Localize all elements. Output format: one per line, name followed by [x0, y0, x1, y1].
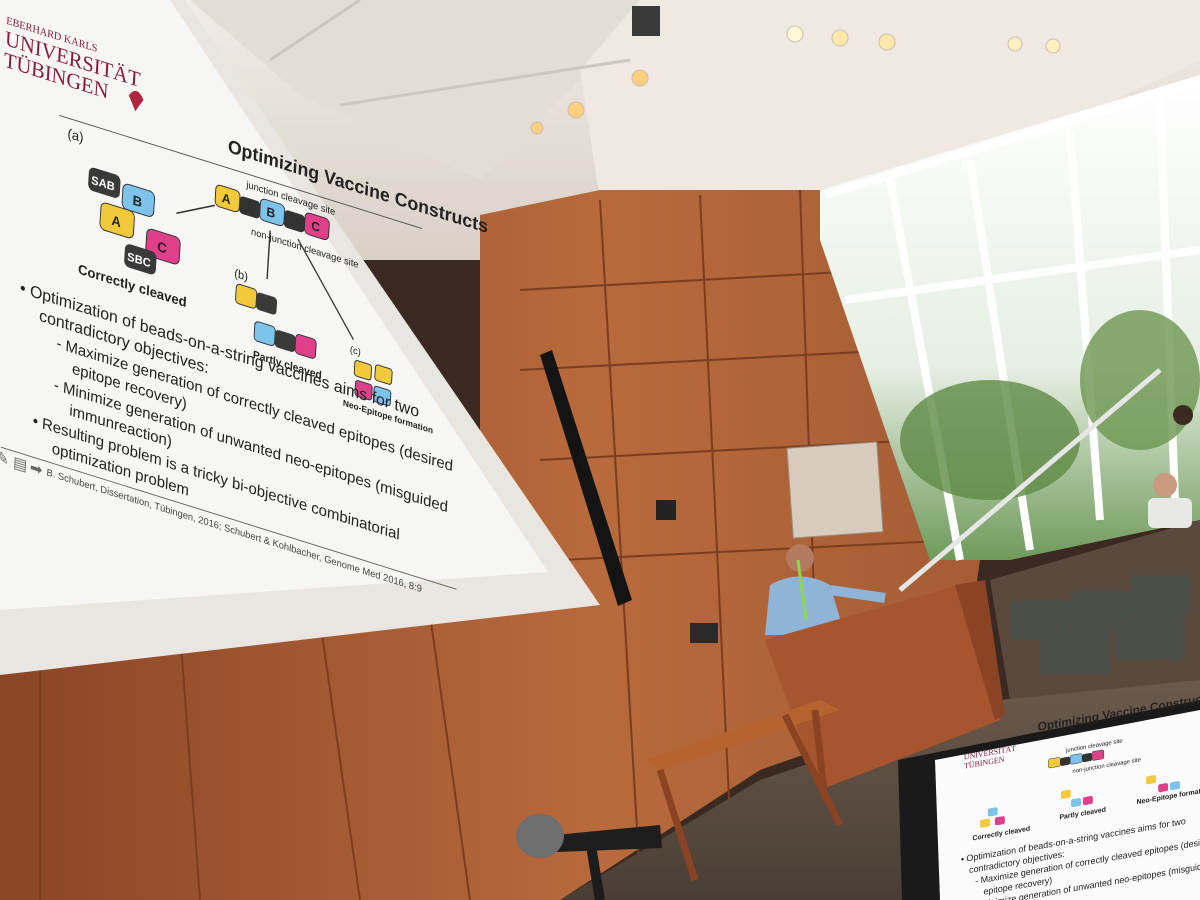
- wall-speaker-grille: [786, 441, 884, 539]
- block-a: A: [111, 213, 121, 231]
- garden-trees: [1080, 310, 1200, 450]
- block-c: C: [157, 239, 167, 257]
- audience-member: [1148, 498, 1192, 528]
- garden-trees: [900, 380, 1080, 500]
- chain-block-c: C: [311, 218, 321, 235]
- block-b: B: [132, 192, 142, 210]
- ceiling-projector: [632, 6, 660, 36]
- wall-camera: [656, 500, 676, 520]
- audience-member-head: [1173, 405, 1193, 425]
- lecture-hall-scene: EBERHARD KARLS UNIVERSITÄT TÜBINGEN Opti…: [0, 0, 1200, 900]
- pen-icon: ✎: [0, 449, 9, 470]
- chain-block-a: A: [221, 191, 231, 208]
- wall-socket: [690, 623, 718, 643]
- audience-member-head: [1153, 473, 1177, 497]
- chain-block-b: B: [266, 205, 276, 222]
